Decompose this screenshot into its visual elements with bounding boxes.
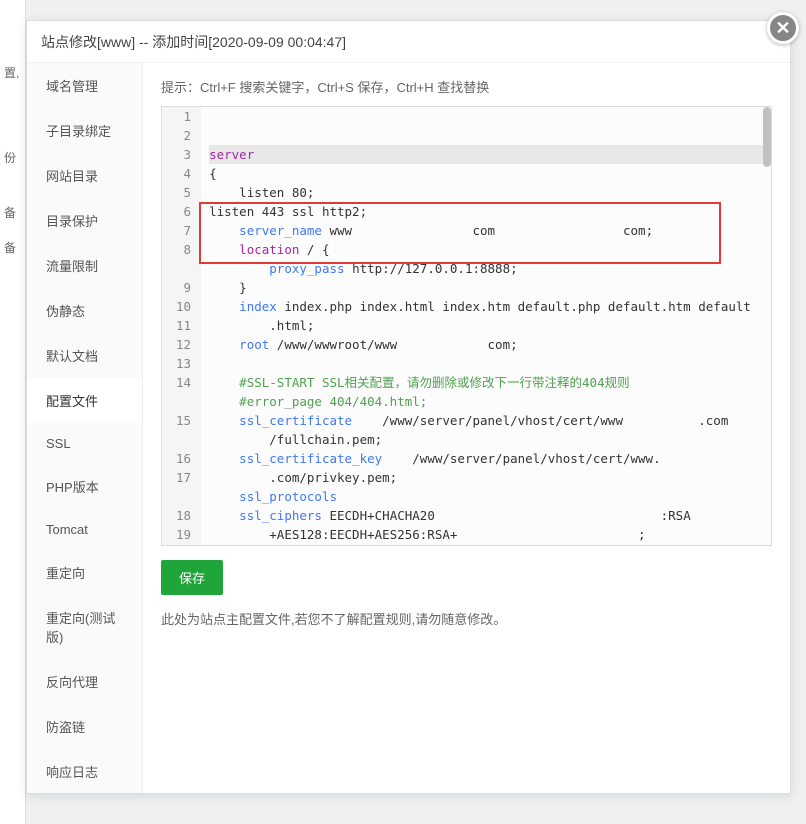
sidebar-item-15[interactable]: 响应日志: [27, 749, 142, 793]
code-line: }: [209, 278, 763, 297]
line-number: 5: [176, 183, 191, 202]
sidebar-item-4[interactable]: 流量限制: [27, 243, 142, 288]
code-area[interactable]: server{ listen 80;listen 443 ssl http2; …: [201, 107, 771, 545]
line-number: 18: [176, 506, 191, 525]
code-line: listen 80;: [209, 183, 763, 202]
background-panel: 置, 份 备 备: [0, 0, 26, 824]
sidebar-item-10[interactable]: Tomcat: [27, 509, 142, 550]
line-number: 7: [176, 221, 191, 240]
sidebar-item-14[interactable]: 防盗链: [27, 704, 142, 749]
line-gutter: 12345678 91011121314 15 1617 1819: [162, 107, 201, 545]
line-number: [176, 259, 191, 278]
line-number: 17: [176, 468, 191, 487]
code-line: [209, 354, 763, 373]
line-number: 13: [176, 354, 191, 373]
line-number: 10: [176, 297, 191, 316]
modal-title: 站点修改[www ] -- 添加时间[2020-09-09 00:04:47]: [27, 21, 790, 63]
line-number: 6: [176, 202, 191, 221]
sidebar-item-3[interactable]: 目录保护: [27, 198, 142, 243]
code-line: ssl_ciphers EECDH+CHACHA20 :RSA: [209, 506, 763, 525]
line-number: 2: [176, 126, 191, 145]
code-line: server: [209, 145, 763, 164]
line-number: [176, 487, 191, 506]
code-line: ssl_certificate_key /www/server/panel/vh…: [209, 449, 763, 468]
line-number: [176, 392, 191, 411]
line-number: 11: [176, 316, 191, 335]
code-line: root /www/wwwroot/www com;: [209, 335, 763, 354]
site-edit-modal: ✕ 站点修改[www ] -- 添加时间[2020-09-09 00:04:47…: [26, 20, 791, 794]
code-line: #SSL-START SSL相关配置，请勿删除或修改下一行带注释的404规则: [209, 373, 763, 392]
sidebar-item-11[interactable]: 重定向: [27, 550, 142, 595]
code-line: server_name www com com;: [209, 221, 763, 240]
code-line: .com/privkey.pem;: [209, 468, 763, 487]
line-number: 14: [176, 373, 191, 392]
code-line: proxy_pass http://127.0.0.1:8888;: [209, 259, 763, 278]
note-text: 此处为站点主配置文件,若您不了解配置规则,请勿随意修改。: [161, 609, 772, 628]
sidebar-item-5[interactable]: 伪静态: [27, 288, 142, 333]
line-number: 15: [176, 411, 191, 430]
line-number: 19: [176, 525, 191, 544]
code-line: ssl_prefer_server_ciphers on;: [209, 544, 763, 546]
modal-body: 域名管理子目录绑定网站目录目录保护流量限制伪静态默认文档配置文件SSLPHP版本…: [27, 63, 790, 793]
sidebar-item-13[interactable]: 反向代理: [27, 659, 142, 704]
sidebar-item-8[interactable]: SSL: [27, 423, 142, 464]
line-number: 8: [176, 240, 191, 259]
sidebar-item-6[interactable]: 默认文档: [27, 333, 142, 378]
code-line: #error_page 404/404.html;: [209, 392, 763, 411]
line-number: [176, 430, 191, 449]
code-line: location / {: [209, 240, 763, 259]
hint-text: 提示：Ctrl+F 搜索关键字，Ctrl+S 保存，Ctrl+H 查找替换: [161, 77, 772, 96]
line-number: 12: [176, 335, 191, 354]
editor-scrollbar[interactable]: [763, 107, 771, 167]
sidebar-item-7[interactable]: 配置文件: [27, 378, 142, 423]
code-line: +AES128:EECDH+AES256:RSA+ ;: [209, 525, 763, 544]
code-line: .html;: [209, 316, 763, 335]
code-line: listen 443 ssl http2;: [209, 202, 763, 221]
sidebar-item-12[interactable]: 重定向(测试版): [27, 595, 142, 659]
line-number: 1: [176, 107, 191, 126]
code-line: {: [209, 164, 763, 183]
code-line: ssl_protocols: [209, 487, 763, 506]
close-button[interactable]: ✕: [767, 12, 799, 44]
sidebar-item-2[interactable]: 网站目录: [27, 153, 142, 198]
code-line: /fullchain.pem;: [209, 430, 763, 449]
code-line: ssl_certificate /www/server/panel/vhost/…: [209, 411, 763, 430]
save-button[interactable]: 保存: [161, 560, 223, 595]
code-editor[interactable]: 12345678 91011121314 15 1617 1819 server…: [161, 106, 772, 546]
code-line: index index.php index.html index.htm def…: [209, 297, 763, 316]
sidebar-item-1[interactable]: 子目录绑定: [27, 108, 142, 153]
line-number: 9: [176, 278, 191, 297]
main-panel: 提示：Ctrl+F 搜索关键字，Ctrl+S 保存，Ctrl+H 查找替换 12…: [143, 63, 790, 793]
line-number: 3: [176, 145, 191, 164]
sidebar: 域名管理子目录绑定网站目录目录保护流量限制伪静态默认文档配置文件SSLPHP版本…: [27, 63, 143, 793]
line-number: 4: [176, 164, 191, 183]
line-number: 16: [176, 449, 191, 468]
sidebar-item-0[interactable]: 域名管理: [27, 63, 142, 108]
sidebar-item-9[interactable]: PHP版本: [27, 464, 142, 509]
